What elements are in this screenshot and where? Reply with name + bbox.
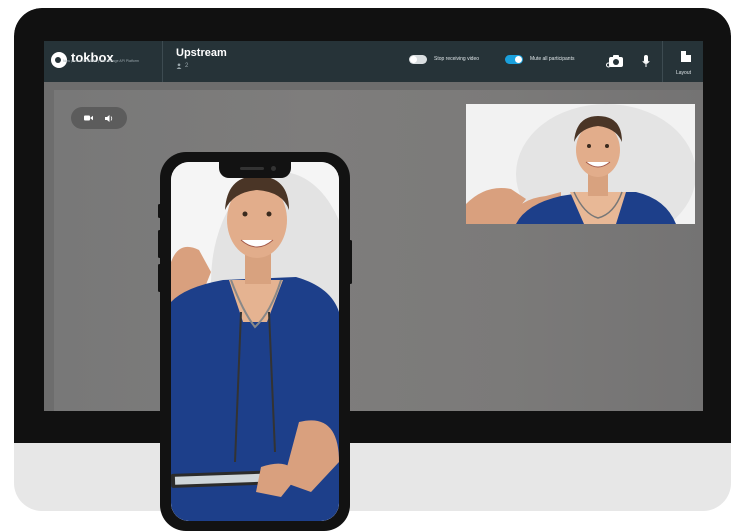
layout-label: Layout bbox=[676, 70, 692, 76]
media-controls bbox=[71, 107, 127, 129]
layout-button[interactable] bbox=[678, 49, 694, 63]
front-camera bbox=[271, 166, 276, 171]
topbar-divider bbox=[162, 41, 163, 82]
camera-switch-button[interactable] bbox=[605, 50, 625, 72]
microphone-icon bbox=[642, 54, 650, 67]
camera-switch-icon bbox=[606, 55, 623, 68]
mute-all-label: Mute all participants bbox=[530, 56, 575, 62]
mute-all-toggle[interactable] bbox=[505, 55, 523, 64]
video-camera-icon[interactable] bbox=[83, 115, 93, 121]
stop-video-toggle[interactable] bbox=[409, 55, 427, 64]
earpiece-speaker bbox=[240, 167, 264, 170]
participant-count: 2 bbox=[176, 63, 188, 69]
phone-side-button bbox=[158, 230, 161, 258]
video-stage bbox=[44, 82, 703, 411]
topbar-divider bbox=[662, 41, 663, 82]
toggle-knob bbox=[515, 56, 522, 63]
phone-screen bbox=[171, 162, 339, 521]
picture-in-picture-video[interactable] bbox=[466, 104, 695, 224]
layout-icon bbox=[681, 50, 691, 62]
doctor-portrait-image bbox=[466, 104, 695, 224]
person-icon bbox=[176, 63, 182, 69]
brand-tagline: Now part of VONAGE | The Vonage API Plat… bbox=[63, 59, 139, 63]
stop-video-label: Stop receiving video bbox=[434, 56, 480, 62]
smartphone bbox=[158, 152, 352, 531]
brand-logo[interactable]: tokbox bbox=[51, 50, 114, 76]
doctor-portrait-image bbox=[171, 162, 339, 521]
top-bar: tokbox Now part of VONAGE | The Vonage A… bbox=[44, 41, 703, 82]
speaker-icon[interactable] bbox=[105, 114, 114, 122]
desktop-monitor: tokbox Now part of VONAGE | The Vonage A… bbox=[14, 8, 731, 511]
phone-notch bbox=[219, 162, 291, 178]
phone-side-button bbox=[158, 204, 161, 218]
microphone-button[interactable] bbox=[639, 50, 653, 72]
session-title: Upstream bbox=[176, 47, 227, 59]
toggle-knob bbox=[410, 56, 417, 63]
phone-side-button bbox=[349, 240, 352, 284]
participant-count-value: 2 bbox=[185, 63, 189, 69]
video-call-app: tokbox Now part of VONAGE | The Vonage A… bbox=[44, 41, 703, 411]
phone-side-button bbox=[158, 264, 161, 292]
